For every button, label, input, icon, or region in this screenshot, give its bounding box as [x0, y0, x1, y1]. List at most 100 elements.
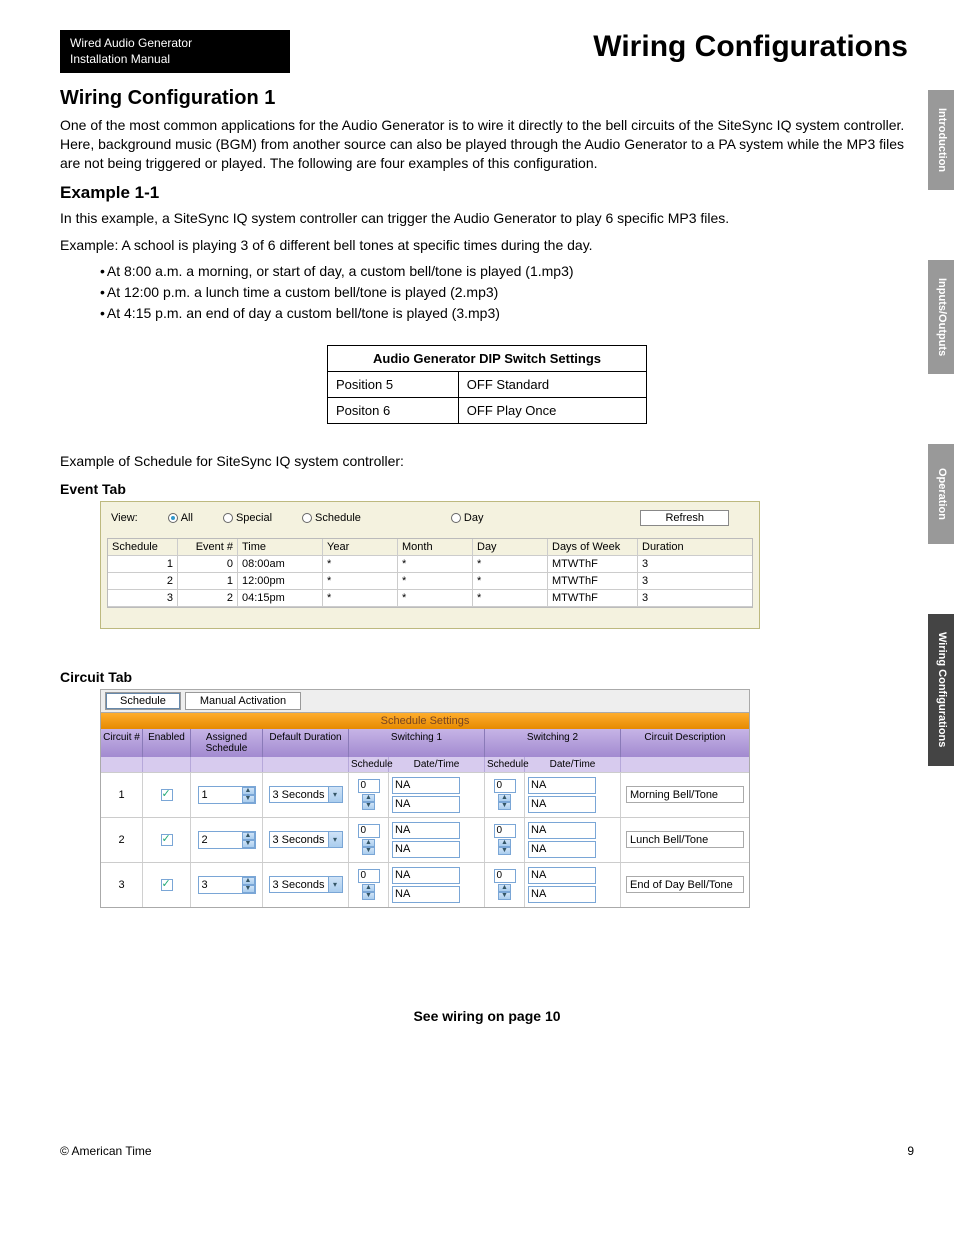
datetime-field[interactable]: NA — [392, 886, 460, 903]
radio-special[interactable]: Special — [223, 512, 272, 524]
view-label: View: — [111, 512, 138, 524]
radio-label: All — [181, 512, 193, 524]
enabled-checkbox[interactable] — [161, 879, 173, 891]
spinner-down-icon[interactable]: ▼ — [498, 892, 511, 900]
datetime-field[interactable]: NA — [528, 841, 596, 858]
radio-label: Day — [464, 512, 484, 524]
duration-dropdown[interactable]: 3 Seconds▾ — [269, 786, 343, 803]
spinner-down-icon[interactable]: ▼ — [498, 847, 511, 855]
circuit-header-row: Circuit # Enabled Assigned Schedule Defa… — [101, 729, 749, 757]
event-cell: 08:00am — [238, 556, 323, 572]
datetime-field[interactable]: NA — [528, 796, 596, 813]
event-cell: * — [398, 556, 473, 572]
spinner-down-icon[interactable]: ▼ — [242, 795, 255, 803]
switching-number-input[interactable]: 0 — [358, 779, 380, 793]
duration-dropdown[interactable]: 3 Seconds▾ — [269, 831, 343, 848]
enabled-checkbox[interactable] — [161, 789, 173, 801]
dip-cell: Position 5 — [328, 371, 459, 397]
event-tab-panel: View: All Special Schedule Day Refresh S… — [100, 501, 760, 629]
spinner-down-icon[interactable]: ▼ — [362, 847, 375, 855]
enabled-checkbox[interactable] — [161, 834, 173, 846]
table-row: 33▲▼3 Seconds▾0▲▼NANA0▲▼NANAEnd of Day B… — [101, 862, 749, 907]
datetime-field[interactable]: NA — [392, 777, 460, 794]
event-cell: 3 — [638, 573, 698, 589]
event-header: Schedule — [108, 539, 178, 555]
circuit-description-input[interactable]: End of Day Bell/Tone — [626, 876, 744, 893]
switching-number-input[interactable]: 0 — [358, 869, 380, 883]
datetime-field[interactable]: NA — [528, 886, 596, 903]
circuit-description-input[interactable]: Morning Bell/Tone — [626, 786, 744, 803]
circuit-header: Circuit Description — [621, 729, 749, 757]
refresh-button[interactable]: Refresh — [640, 510, 729, 526]
schedule-settings-title: Schedule Settings — [101, 712, 749, 729]
event-header-row: Schedule Event # Time Year Month Day Day… — [108, 539, 752, 556]
side-tabs: Introduction Inputs/Outputs Operation Wi… — [928, 90, 954, 766]
switching-number-input[interactable]: 0 — [358, 824, 380, 838]
datetime-field[interactable]: NA — [392, 796, 460, 813]
spinner-up-icon[interactable]: ▲ — [242, 832, 255, 840]
radio-dot-icon — [168, 513, 178, 523]
spinner-up-icon[interactable]: ▲ — [362, 884, 375, 892]
page-title: Wiring Configurations — [290, 30, 908, 64]
page-number: 9 — [907, 1144, 914, 1158]
switching-number-input[interactable]: 0 — [494, 869, 516, 883]
event-cell: * — [473, 590, 548, 606]
event-cell: 2 — [178, 590, 238, 606]
spinner-up-icon[interactable]: ▲ — [362, 794, 375, 802]
circuit-header: Circuit # — [101, 729, 143, 757]
spinner-input[interactable]: 1▲▼ — [198, 786, 256, 804]
event-cell: 0 — [178, 556, 238, 572]
tab-schedule[interactable]: Schedule — [105, 692, 181, 710]
spinner-down-icon[interactable]: ▼ — [242, 840, 255, 848]
side-tab-introduction: Introduction — [928, 90, 954, 190]
circuit-subheader-row: Schedule Date/Time Schedule Date/Time — [101, 757, 749, 772]
datetime-field[interactable]: NA — [392, 841, 460, 858]
side-tab-wiring-configurations: Wiring Configurations — [928, 614, 954, 765]
spinner-up-icon[interactable]: ▲ — [498, 839, 511, 847]
circuit-subheader: Date/Time — [525, 757, 621, 772]
event-cell: * — [323, 556, 398, 572]
spinner-down-icon[interactable]: ▼ — [498, 802, 511, 810]
event-cell: * — [398, 590, 473, 606]
list-item: At 4:15 p.m. an end of day a custom bell… — [100, 305, 914, 321]
event-cell: MTWThF — [548, 556, 638, 572]
datetime-field[interactable]: NA — [528, 867, 596, 884]
spinner-down-icon[interactable]: ▼ — [362, 892, 375, 900]
dip-table: Audio Generator DIP Switch Settings Posi… — [327, 345, 647, 424]
switching-number-input[interactable]: 0 — [494, 779, 516, 793]
radio-dot-icon — [223, 513, 233, 523]
spinner-input[interactable]: 3▲▼ — [198, 876, 256, 894]
table-row: 11▲▼3 Seconds▾0▲▼NANA0▲▼NANAMorning Bell… — [101, 772, 749, 817]
copyright: © American Time — [60, 1144, 152, 1158]
event-cell: MTWThF — [548, 590, 638, 606]
event-cell: 3 — [638, 556, 698, 572]
spinner-input[interactable]: 2▲▼ — [198, 831, 256, 849]
switching-number-input[interactable]: 0 — [494, 824, 516, 838]
event-cell: * — [398, 573, 473, 589]
event-cell: 3 — [638, 590, 698, 606]
datetime-field[interactable]: NA — [392, 867, 460, 884]
radio-day[interactable]: Day — [451, 512, 484, 524]
spinner-up-icon[interactable]: ▲ — [242, 877, 255, 885]
datetime-field[interactable]: NA — [528, 822, 596, 839]
event-header: Month — [398, 539, 473, 555]
duration-dropdown[interactable]: 3 Seconds▾ — [269, 876, 343, 893]
circuit-description-input[interactable]: Lunch Bell/Tone — [626, 831, 744, 848]
circuit-number: 1 — [101, 773, 143, 817]
event-cell: 3 — [108, 590, 178, 606]
see-wiring-note: See wiring on page 10 — [60, 1008, 914, 1024]
radio-dot-icon — [302, 513, 312, 523]
circuit-tab-label: Circuit Tab — [60, 669, 914, 685]
datetime-field[interactable]: NA — [528, 777, 596, 794]
radio-all[interactable]: All — [168, 512, 193, 524]
spinner-down-icon[interactable]: ▼ — [362, 802, 375, 810]
spinner-down-icon[interactable]: ▼ — [242, 885, 255, 893]
radio-schedule[interactable]: Schedule — [302, 512, 361, 524]
tab-manual-activation[interactable]: Manual Activation — [185, 692, 301, 710]
paragraph-ex11a: In this example, a SiteSync IQ system co… — [60, 209, 914, 228]
spinner-up-icon[interactable]: ▲ — [498, 794, 511, 802]
datetime-field[interactable]: NA — [392, 822, 460, 839]
spinner-up-icon[interactable]: ▲ — [362, 839, 375, 847]
spinner-up-icon[interactable]: ▲ — [498, 884, 511, 892]
spinner-up-icon[interactable]: ▲ — [242, 787, 255, 795]
